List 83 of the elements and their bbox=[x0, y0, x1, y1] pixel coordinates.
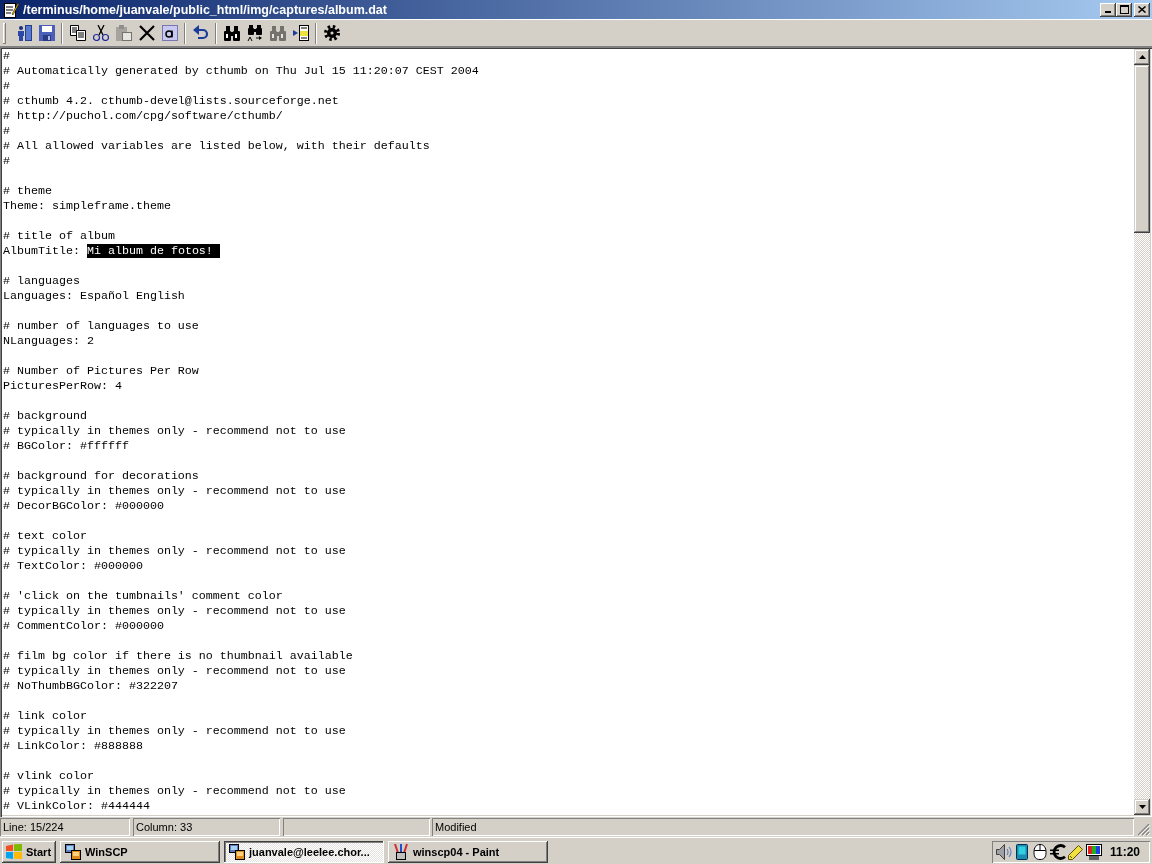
up-arrow-icon bbox=[1138, 55, 1146, 59]
clock-time: 11:20 bbox=[1109, 844, 1140, 859]
code-line: Languages: Español English bbox=[2, 289, 185, 304]
taskbar-app-button[interactable]: WinSCP bbox=[60, 840, 220, 863]
code-line: # BGColor: #ffffff bbox=[2, 439, 129, 454]
code-line: Theme: simpleframe.theme bbox=[2, 199, 171, 214]
down-arrow-icon bbox=[1138, 805, 1146, 809]
code-line: # TextColor: #000000 bbox=[2, 559, 143, 574]
select-all-icon bbox=[161, 25, 178, 41]
resize-grip-icon[interactable] bbox=[1138, 824, 1150, 836]
code-line: # number of languages to use bbox=[2, 319, 199, 334]
scrollbar-thumb[interactable] bbox=[1134, 65, 1150, 233]
close-icon bbox=[1138, 6, 1146, 13]
speaker-icon[interactable] bbox=[996, 843, 1012, 860]
code-line: # All allowed variables are listed below, with their defaults bbox=[2, 139, 430, 154]
maximize-icon bbox=[1119, 5, 1129, 14]
euro-icon[interactable] bbox=[1050, 843, 1066, 860]
minimize-button[interactable] bbox=[1100, 2, 1116, 17]
handheld-icon[interactable] bbox=[1014, 843, 1030, 860]
code-line: # text color bbox=[2, 529, 87, 544]
maximize-button[interactable] bbox=[1116, 2, 1132, 17]
code-line: # background bbox=[2, 409, 87, 424]
code-line: # CommentColor: #000000 bbox=[2, 619, 164, 634]
code-line: # NoThumbBGColor: #322207 bbox=[2, 679, 178, 694]
close-button[interactable] bbox=[1134, 2, 1150, 17]
code-line: # bbox=[2, 124, 10, 139]
scroll-down-button[interactable] bbox=[1134, 799, 1150, 815]
binoculars-icon bbox=[223, 25, 240, 41]
code-line: # typically in themes only - recommend not to use bbox=[2, 484, 346, 499]
code-line: # typically in themes only - recommend not to use bbox=[2, 664, 346, 679]
undo-arrow-icon bbox=[192, 25, 209, 41]
code-line: # typically in themes only - recommend not to use bbox=[2, 544, 346, 559]
pen-icon[interactable] bbox=[1068, 843, 1084, 860]
page-arrow-icon bbox=[292, 25, 309, 41]
code-line: # vlink color bbox=[2, 769, 94, 784]
taskbar-app-button[interactable]: juanvale@leelee.chor... bbox=[224, 840, 384, 863]
code-line: # typically in themes only - recommend not to use bbox=[2, 724, 346, 739]
scissors-icon bbox=[92, 25, 109, 41]
code-line: # Number of Pictures Per Row bbox=[2, 364, 199, 379]
code-line: PicturesPerRow: 4 bbox=[2, 379, 122, 394]
person-door-icon bbox=[15, 25, 32, 41]
clipboard-icon bbox=[115, 25, 132, 41]
code-line: # background for decorations bbox=[2, 469, 199, 484]
modified-status: Modified bbox=[432, 818, 1134, 836]
column-status: Column: 33 bbox=[133, 818, 280, 836]
mouse-icon[interactable] bbox=[1032, 843, 1048, 860]
minimize-icon bbox=[1105, 11, 1111, 13]
code-line: # theme bbox=[2, 184, 52, 199]
code-line: # link color bbox=[2, 709, 87, 724]
code-line: # title of album bbox=[2, 229, 115, 244]
window-title: /terminus/home/juanvale/public_html/img/captures/album.dat bbox=[23, 2, 387, 17]
code-line: # languages bbox=[2, 274, 80, 289]
binoculars-arrow-icon bbox=[246, 25, 263, 41]
code-line: # http://puchol.com/cpg/software/cthumb/ bbox=[2, 109, 283, 124]
code-line: AlbumTitle: Mi album de fotos! bbox=[2, 244, 220, 259]
code-line: # cthumb 4.2. cthumb-devel@lists.sourceforge.net bbox=[2, 94, 339, 109]
flag-icon bbox=[6, 844, 22, 859]
line-position-status: Line: 15/224 bbox=[0, 818, 130, 836]
taskbar-app-button[interactable]: winscp04 - Paint bbox=[388, 840, 548, 863]
brush-cup-icon bbox=[393, 843, 409, 860]
start-button[interactable]: Start bbox=[2, 840, 56, 863]
code-line: NLanguages: 2 bbox=[2, 334, 94, 349]
text-editor-field[interactable] bbox=[0, 47, 1152, 817]
code-line: # bbox=[2, 49, 10, 64]
cross-icon bbox=[138, 25, 155, 41]
copy-icon bbox=[69, 25, 86, 41]
display-icon[interactable] bbox=[1086, 843, 1102, 860]
code-line: # bbox=[2, 79, 10, 94]
code-line: # Automatically generated by cthumb on Thu Jul 15 11:20:07 CEST 2004 bbox=[2, 64, 479, 79]
code-line: # 'click on the tumbnails' comment color bbox=[2, 589, 283, 604]
scroll-up-button[interactable] bbox=[1134, 49, 1150, 65]
computers-icon bbox=[65, 843, 81, 860]
binoculars-icon bbox=[269, 25, 286, 41]
code-line: # DecorBGColor: #000000 bbox=[2, 499, 164, 514]
computers-icon bbox=[229, 843, 245, 860]
code-line: # bbox=[2, 154, 10, 169]
code-line: # LinkColor: #888888 bbox=[2, 739, 143, 754]
gear-icon bbox=[323, 25, 340, 41]
code-line: # VLinkColor: #444444 bbox=[2, 799, 150, 814]
code-line: # typically in themes only - recommend not to use bbox=[2, 604, 346, 619]
code-line: # typically in themes only - recommend not to use bbox=[2, 424, 346, 439]
code-line: # film bg color if there is no thumbnail available bbox=[2, 649, 353, 664]
code-line: # typically in themes only - recommend not to use bbox=[2, 784, 346, 799]
